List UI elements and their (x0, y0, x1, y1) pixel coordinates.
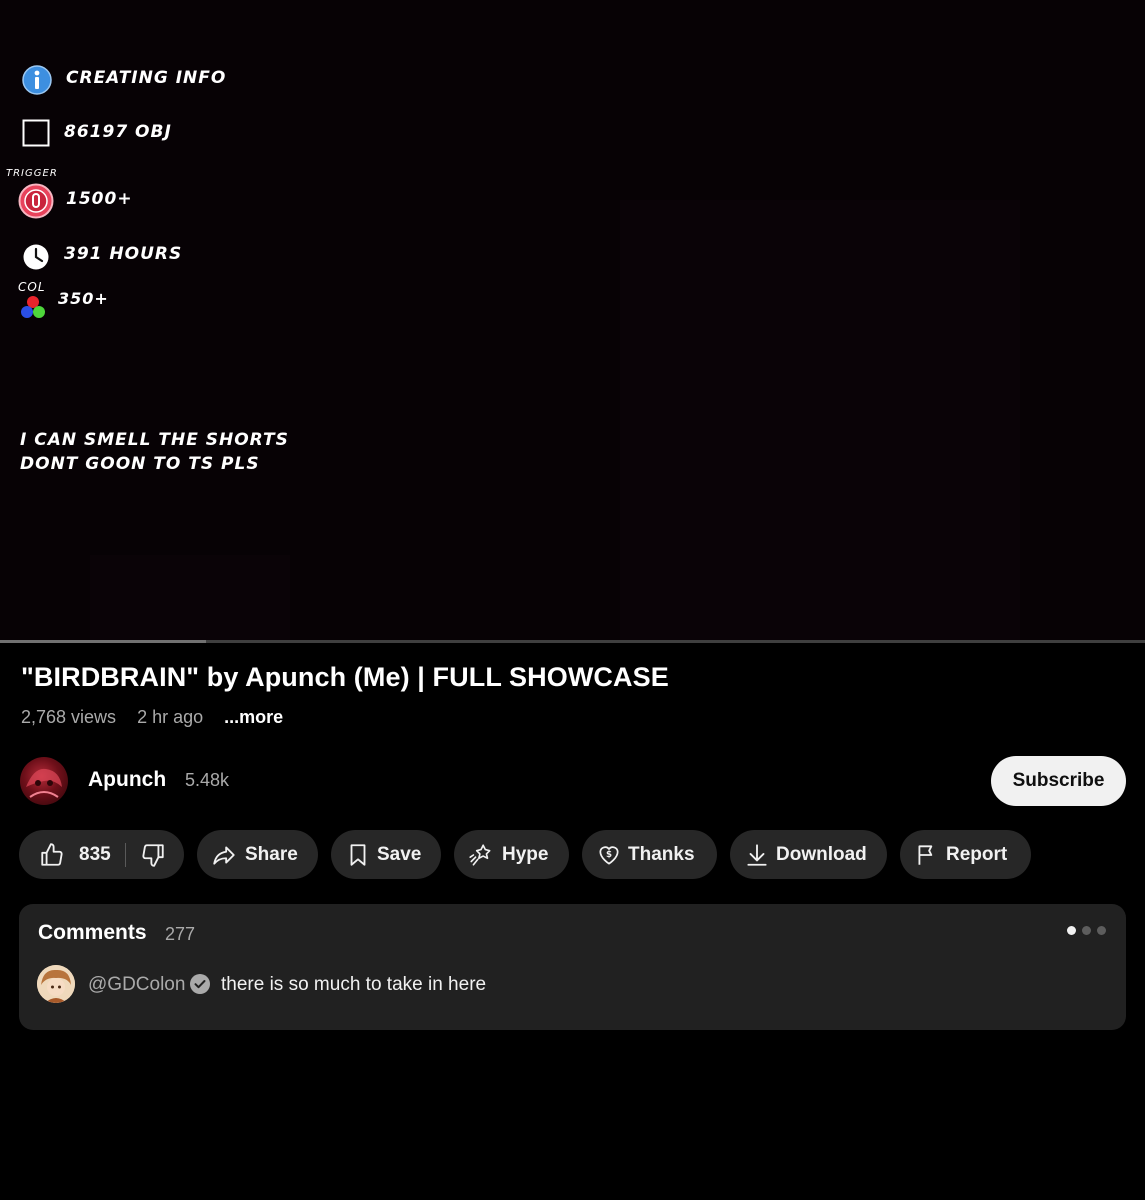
overlay-info-header: CREATING INFO (66, 68, 227, 88)
video-background-shape (90, 555, 290, 640)
hype-label: Hype (502, 843, 549, 865)
overlay-trigger-label: TRIGGER (6, 168, 58, 179)
overlay-colors: 350+ (58, 289, 109, 308)
like-divider (124, 842, 126, 867)
subscribe-button[interactable]: Subscribe (991, 756, 1126, 806)
subscriber-count: 5.48k (185, 770, 230, 790)
like-dislike-group: 835 (19, 830, 184, 879)
video-progress-bar[interactable] (0, 640, 1145, 643)
object-block-icon (22, 119, 50, 147)
pager-dot (1097, 926, 1106, 935)
overlay-note-line-2: DONT GOON TO TS PLS (20, 454, 260, 474)
overlay-hours: 391 HOURS (64, 244, 183, 264)
bookmark-icon (350, 843, 366, 866)
overlay-triggers: 1500+ (66, 189, 133, 209)
more-link[interactable]: ...more (224, 707, 283, 727)
video-meta: 2,768 views 2 hr ago ...more (21, 707, 299, 728)
share-icon (213, 845, 235, 865)
thanks-button[interactable]: $ Thanks (582, 830, 717, 879)
video-progress-fill (0, 640, 207, 643)
clock-icon (23, 244, 49, 270)
comment-author[interactable]: @GDColon (88, 974, 185, 996)
comments-panel[interactable]: Comments 277 @GDColon there is so much t… (19, 904, 1126, 1030)
verified-check-icon (190, 974, 210, 994)
save-button[interactable]: Save (331, 830, 441, 879)
info-icon (22, 65, 52, 95)
video-background-shape (620, 200, 1020, 640)
overlay-note-line-1: I CAN SMELL THE SHORTS (20, 430, 289, 450)
avatar-art (37, 965, 75, 1003)
hype-rocket-icon (469, 843, 491, 866)
share-button[interactable]: Share (197, 830, 318, 879)
download-button[interactable]: Download (730, 830, 887, 879)
svg-text:$: $ (606, 850, 612, 860)
hype-button[interactable]: Hype (454, 830, 569, 879)
download-icon (747, 843, 767, 866)
comment-text: there is so much to take in here (221, 974, 487, 995)
thumbs-up-icon[interactable] (39, 842, 65, 868)
upload-age: 2 hr ago (137, 707, 204, 727)
overlay-objects: 86197 OBJ (64, 122, 172, 142)
channel-avatar[interactable] (20, 757, 68, 805)
report-label: Report (946, 843, 1008, 865)
channel-row: Apunch 5.48k Subscribe (20, 756, 1126, 806)
comments-count: 277 (165, 924, 196, 944)
comments-pager[interactable] (1067, 926, 1106, 935)
download-label: Download (776, 843, 867, 865)
view-count: 2,768 views (21, 707, 117, 727)
thumbs-down-icon[interactable] (140, 842, 166, 868)
pager-dot (1067, 926, 1076, 935)
comments-title: Comments (38, 921, 147, 944)
video-title: "BIRDBRAIN" by Apunch (Me) | FULL SHOWCA… (21, 662, 669, 692)
thanks-heart-icon: $ (599, 845, 619, 865)
color-palette-icon (21, 296, 45, 318)
save-label: Save (377, 843, 422, 865)
share-label: Share (245, 843, 298, 865)
pager-dot (1082, 926, 1091, 935)
like-count[interactable]: 835 (79, 844, 111, 866)
avatar-art (26, 768, 62, 798)
report-button[interactable]: Report (900, 830, 1031, 879)
trigger-icon (18, 183, 54, 219)
flag-icon (918, 844, 933, 865)
thanks-label: Thanks (628, 843, 695, 865)
comment-author-avatar[interactable] (37, 965, 75, 1003)
overlay-col-label: COL (18, 280, 46, 294)
video-player[interactable]: CREATING INFO 86197 OBJ TRIGGER 1500+ 39… (0, 0, 1145, 642)
channel-name[interactable]: Apunch (88, 768, 166, 792)
